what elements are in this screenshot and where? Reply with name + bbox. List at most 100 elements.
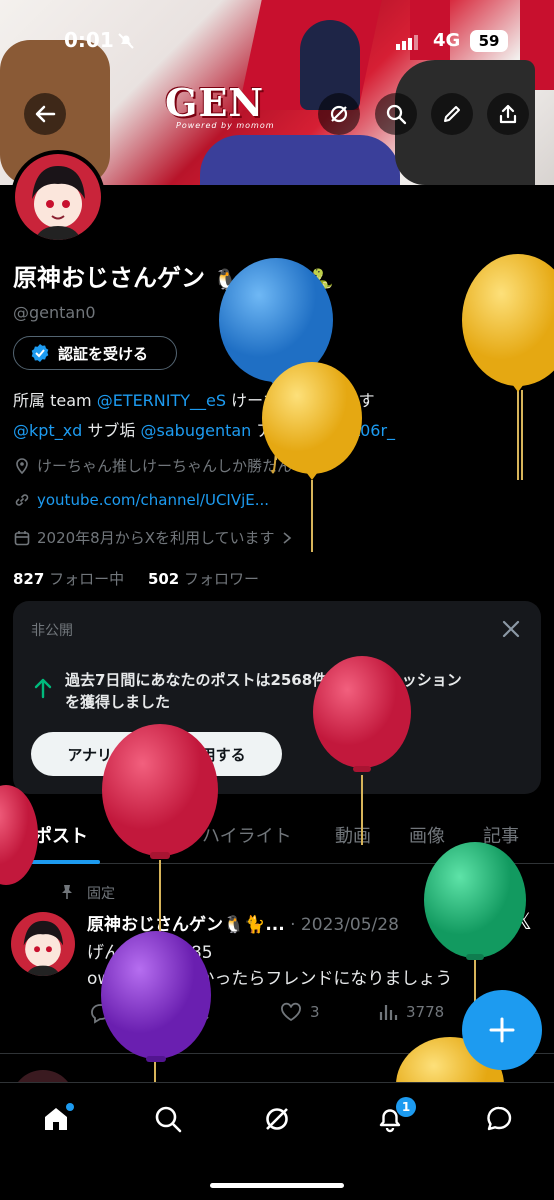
mute-bell-icon: [117, 32, 135, 54]
close-icon: [502, 620, 520, 638]
pinned-label: 固定: [87, 886, 115, 902]
tab-posts[interactable]: ポスト: [34, 822, 88, 848]
grok-icon: [330, 105, 348, 123]
post-line-2: owのIDです良かったらフレンドになりましょう: [87, 969, 453, 989]
post-author[interactable]: 原神おじさんゲン🐧🐈...: [87, 915, 285, 935]
location-text: けーちゃん推しけーちゃんしか勝たん: [37, 457, 293, 475]
views-button[interactable]: 3778: [378, 1002, 444, 1022]
mention-kl06r[interactable]: @KL06r_: [325, 421, 395, 440]
home-dot-indicator: [66, 1103, 74, 1111]
following-link[interactable]: 827 フォロー中: [13, 570, 124, 588]
like-count: 3: [310, 1003, 320, 1021]
bio-line-2: @kpt_xd サブ垢 @sabugentan アイコン @KL06r_: [13, 417, 395, 441]
compose-post-button[interactable]: [462, 990, 542, 1070]
banner-subtitle: Powered by momom: [176, 121, 275, 130]
grok-button[interactable]: [318, 93, 360, 135]
repost-icon: [185, 1004, 209, 1022]
messages-icon: [487, 1106, 512, 1131]
following-count: 827: [13, 570, 45, 588]
status-time: 0:01: [64, 28, 114, 52]
pin-icon: [60, 884, 74, 904]
website-row: youtube.com/channel/UCIVjE...: [13, 491, 269, 509]
signal-icon: [396, 34, 420, 54]
pencil-icon: [444, 106, 460, 122]
repost-button[interactable]: [184, 1002, 210, 1028]
impressions-line-2: を獲得しました: [65, 693, 171, 711]
nav-messages[interactable]: [481, 1101, 517, 1137]
display-name: 原神おじさんゲン: [13, 264, 205, 292]
trend-up-arrow-icon: [33, 677, 53, 703]
grok-icon: [266, 1108, 288, 1130]
post-line-1: げんげん#3985: [87, 943, 213, 963]
arrow-left-icon: [35, 105, 56, 123]
reply-icon: [91, 1004, 110, 1024]
tab-replies[interactable]: 返信: [128, 822, 164, 848]
search-button[interactable]: [375, 93, 417, 135]
bottom-navigation: 1: [0, 1082, 554, 1200]
joined-row[interactable]: 2020年8月からXを利用しています: [13, 527, 293, 548]
balloon-yellow-large: [462, 254, 554, 480]
card-private-label: 非公開: [31, 623, 73, 639]
bio-text: けーちゃん推しです: [226, 391, 375, 410]
followers-label: フォロワー: [179, 570, 260, 588]
reply-button[interactable]: [88, 1002, 112, 1028]
website-link[interactable]: youtube.com/channel/UCIVjE...: [37, 491, 269, 509]
plus-icon: [489, 1017, 515, 1043]
post-date: · 2023/05/28: [290, 915, 399, 935]
battery-level: 59: [478, 32, 500, 50]
heart-icon: [281, 1002, 301, 1022]
followers-link[interactable]: 502 フォロワー: [148, 570, 259, 588]
bio-text: サブ垢: [82, 421, 141, 440]
calendar-icon: [14, 530, 30, 545]
analytics-button[interactable]: アナリティクスを利用する: [31, 732, 282, 776]
profile-tabs: ポスト 返信 ハイライト 動画 画像 記事: [0, 806, 554, 864]
home-indicator-bar: [210, 1183, 344, 1188]
edit-button[interactable]: [431, 93, 473, 135]
verified-badge-icon: [31, 344, 49, 362]
profile-avatar[interactable]: [11, 150, 105, 244]
back-button[interactable]: [24, 93, 66, 135]
search-icon: [386, 104, 407, 125]
joined-text: 2020年8月からXを利用しています: [37, 529, 275, 547]
search-icon: [155, 1106, 182, 1133]
location-row: けーちゃん推しけーちゃんしか勝たん: [13, 455, 292, 476]
analytics-card: 非公開 過去7日間にあなたのポストは2568件のインプレッション を獲得しました…: [13, 601, 541, 794]
tab-articles[interactable]: 記事: [483, 822, 519, 848]
nav-home[interactable]: [38, 1101, 74, 1137]
impressions-line-1: 過去7日間にあなたのポストは2568件のインプレッション: [65, 671, 462, 689]
network-type: 4G: [433, 30, 461, 51]
post-avatar[interactable]: [11, 912, 75, 976]
share-button[interactable]: [487, 93, 529, 135]
impressions-message: 過去7日間にあなたのポストは2568件のインプレッション を獲得しました: [65, 669, 462, 713]
nav-grok[interactable]: [259, 1101, 295, 1137]
card-close-button[interactable]: [499, 617, 523, 645]
views-chart-icon: [379, 1005, 398, 1020]
follow-stats: 827 フォロー中 502 フォロワー: [13, 568, 259, 589]
nav-notifications[interactable]: 1: [372, 1097, 416, 1137]
chevron-right-icon: [283, 531, 291, 544]
tab-highlights[interactable]: ハイライト: [202, 822, 292, 848]
share-icon: [499, 104, 517, 124]
battery-indicator: 59: [470, 30, 508, 52]
nav-search[interactable]: [150, 1101, 186, 1137]
verify-button[interactable]: 認証を受ける: [13, 336, 177, 370]
tab-images[interactable]: 画像: [409, 822, 445, 848]
location-pin-icon: [16, 457, 28, 474]
link-icon: [15, 494, 29, 506]
mention-sabugentan[interactable]: @sabugentan: [141, 421, 252, 440]
banner-title: GEN: [165, 80, 265, 125]
bio-text: 所属 team: [13, 391, 97, 410]
notifications-badge: 1: [396, 1097, 416, 1117]
followers-count: 502: [147, 570, 180, 588]
following-label: フォロー中: [44, 570, 125, 588]
tab-videos[interactable]: 動画: [335, 822, 371, 848]
post-header: 原神おじさんゲン🐧🐈... · 2023/05/28: [87, 910, 399, 935]
verify-label: 認証を受ける: [58, 344, 149, 363]
mention-eternity[interactable]: @ETERNITY__eS: [97, 391, 226, 410]
mention-kpt[interactable]: @kpt_xd: [13, 421, 82, 440]
avatar-image: [15, 154, 101, 240]
x-logo-icon: 𝕏: [514, 910, 532, 935]
bio-line-1: 所属 team @ETERNITY__eS けーちゃん推しです: [13, 387, 375, 411]
like-button[interactable]: 3: [280, 1002, 320, 1022]
bio-text: アイコン: [251, 421, 325, 440]
